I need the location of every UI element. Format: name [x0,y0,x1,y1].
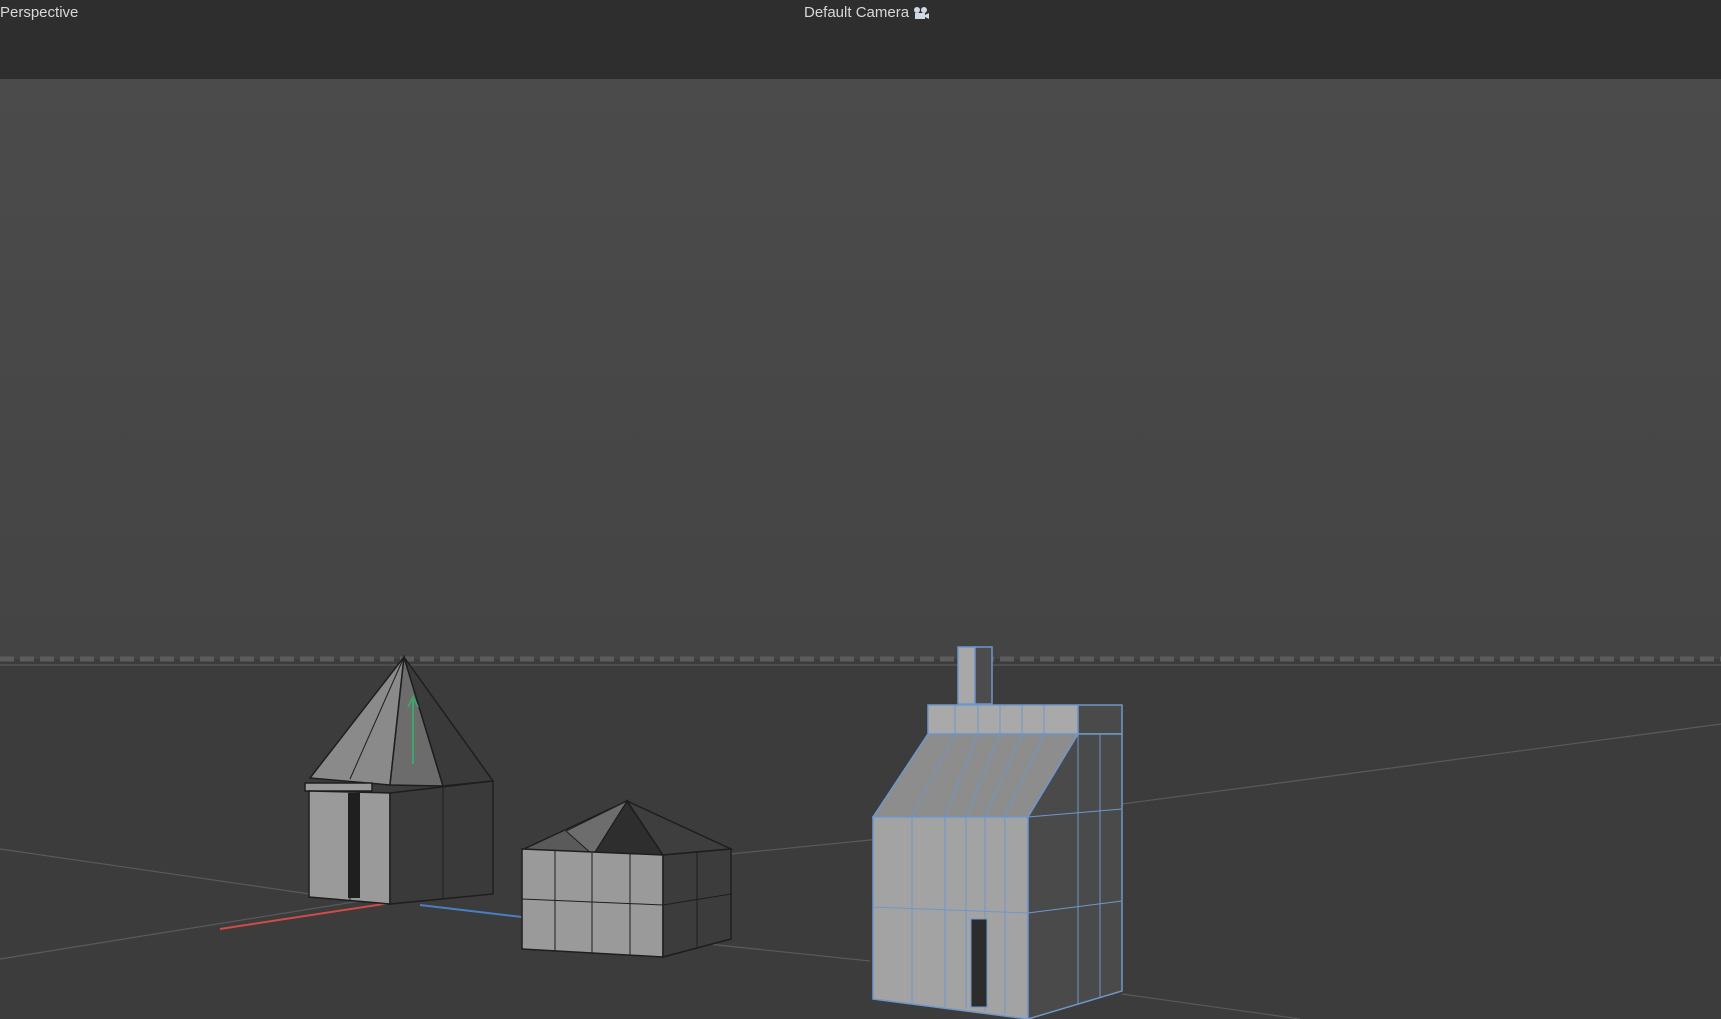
viewport-header: Perspective Default Camera [0,0,1721,80]
camera-menu[interactable]: Default Camera [804,4,930,21]
view-mode-menu[interactable]: Perspective [0,4,78,21]
camera-name: Default Camera [804,4,910,21]
3d-editor-window: Perspective Default Camera [0,0,1721,1019]
camera-icon [914,6,930,19]
house-door [970,918,988,1008]
ground-plane [0,659,1721,1019]
sky-background [0,79,1721,659]
viewport-canvas[interactable] [0,79,1721,1019]
3d-viewport[interactable] [0,79,1721,1019]
